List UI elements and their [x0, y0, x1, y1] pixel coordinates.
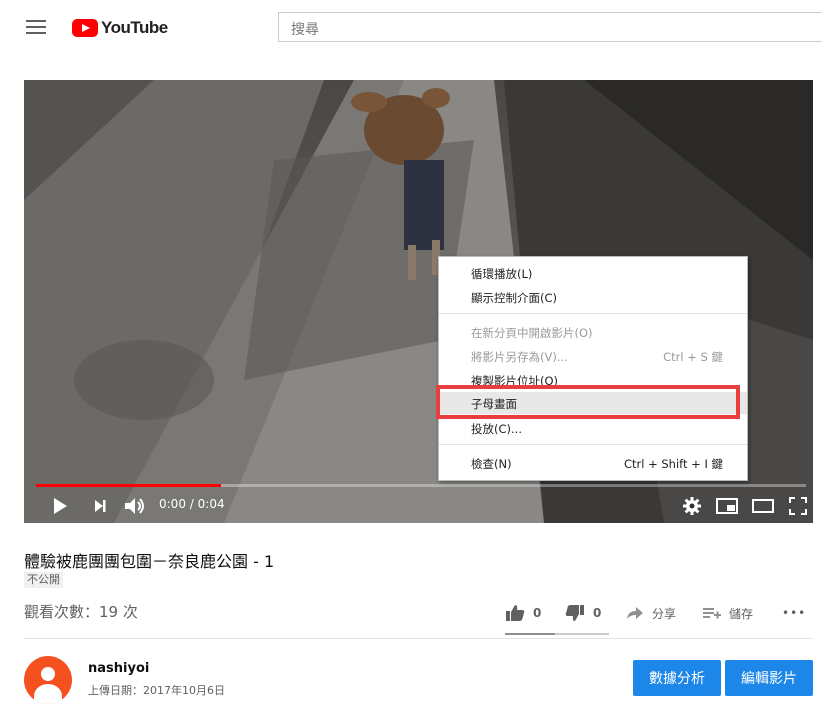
- playlist-add-icon: [703, 608, 721, 619]
- menu-item-copy-video-address[interactable]: 複製影片位址(O): [439, 369, 747, 391]
- next-button[interactable]: [88, 492, 112, 520]
- theater-mode-button[interactable]: [750, 492, 776, 520]
- progress-played: [36, 484, 221, 487]
- menu-item-label: 將影片另存為(V)...: [471, 350, 568, 364]
- analytics-button[interactable]: 數據分析: [633, 660, 721, 696]
- divider: [24, 638, 813, 639]
- dislike-button[interactable]: 0: [565, 603, 601, 623]
- menu-item-loop[interactable]: 循環播放(L): [439, 262, 747, 284]
- volume-button[interactable]: [122, 492, 148, 520]
- menu-separator: [439, 313, 747, 314]
- play-icon: [54, 498, 67, 514]
- duration: 0:04: [197, 497, 225, 511]
- menu-item-label: 顯示控制介面(C): [471, 291, 558, 305]
- save-button[interactable]: 儲存: [703, 603, 753, 623]
- miniplayer-icon: [716, 498, 738, 514]
- share-label: 分享: [652, 606, 677, 621]
- dislike-count: 0: [593, 606, 602, 620]
- upload-date: 上傳日期：2017年10月6日: [88, 684, 225, 697]
- menu-item-label: 在新分頁中開啟影片(O): [471, 326, 593, 340]
- save-label: 儲存: [729, 606, 754, 621]
- menu-item-shortcut: Ctrl + Shift + I 鍵: [623, 457, 723, 471]
- time-display: 0:00 / 0:04: [159, 497, 225, 511]
- menu-item-open-new-tab: 在新分頁中開啟影片(O): [439, 321, 747, 343]
- menu-item-label: 檢查(N): [471, 457, 512, 471]
- hamburger-menu-icon[interactable]: [26, 20, 46, 36]
- menu-item-inspect[interactable]: 檢查(N) Ctrl + Shift + I 鍵: [439, 452, 747, 474]
- menu-item-save-video-as: 將影片另存為(V)... Ctrl + S 鍵: [439, 345, 747, 367]
- skip-next-icon: [95, 500, 106, 512]
- fullscreen-icon: [789, 497, 807, 515]
- current-time: 0:00: [159, 497, 186, 511]
- fullscreen-button[interactable]: [786, 492, 810, 520]
- menu-item-label: 子母畫面: [471, 397, 517, 411]
- menu-item-label: 複製影片位址(O): [471, 374, 559, 388]
- progress-bar[interactable]: [36, 484, 806, 487]
- volume-icon: [125, 498, 144, 514]
- menu-item-show-controls[interactable]: 顯示控制介面(C): [439, 286, 747, 308]
- thumbs-up-icon: [506, 605, 525, 621]
- menu-item-cast[interactable]: 投放(C)...: [439, 417, 747, 439]
- visibility-badge: 不公開: [24, 572, 63, 588]
- search-input[interactable]: 搜尋: [278, 12, 822, 42]
- edit-video-button[interactable]: 編輯影片: [725, 660, 813, 696]
- view-count: 觀看次數：19 次: [24, 603, 138, 621]
- masthead: YouTube 搜尋: [0, 0, 822, 56]
- more-icon: •••: [782, 606, 807, 620]
- menu-item-shortcut: Ctrl + S 鍵: [663, 350, 723, 364]
- menu-item-label: 循環播放(L): [471, 267, 533, 281]
- time-separator: /: [189, 497, 194, 511]
- menu-item-picture-in-picture[interactable]: 子母畫面: [439, 392, 747, 414]
- video-title: 體驗被鹿團團包圍－奈良鹿公園 - 1: [24, 552, 275, 571]
- miniplayer-button[interactable]: [714, 492, 740, 520]
- settings-button[interactable]: [680, 492, 704, 520]
- gear-icon: [683, 497, 701, 515]
- share-button[interactable]: 分享: [626, 603, 676, 623]
- channel-name[interactable]: nashiyoi: [88, 661, 149, 676]
- thumbs-down-icon: [565, 605, 584, 621]
- youtube-play-icon: [72, 19, 98, 37]
- avatar[interactable]: [24, 656, 72, 704]
- play-button[interactable]: [48, 492, 72, 520]
- search-placeholder: 搜尋: [291, 22, 319, 38]
- like-button[interactable]: 0: [505, 603, 541, 623]
- menu-separator: [439, 444, 747, 445]
- like-count: 0: [533, 606, 542, 620]
- more-actions-button[interactable]: •••: [782, 603, 806, 623]
- logo-text: YouTube: [101, 18, 168, 37]
- share-arrow-icon: [627, 607, 643, 619]
- avatar-person-icon: [41, 667, 55, 681]
- theater-icon: [752, 499, 774, 513]
- youtube-logo[interactable]: YouTube: [72, 16, 168, 40]
- menu-item-label: 投放(C)...: [471, 422, 522, 436]
- sentiment-bar: [505, 633, 609, 635]
- context-menu: 循環播放(L) 顯示控制介面(C) 在新分頁中開啟影片(O) 將影片另存為(V)…: [438, 256, 748, 481]
